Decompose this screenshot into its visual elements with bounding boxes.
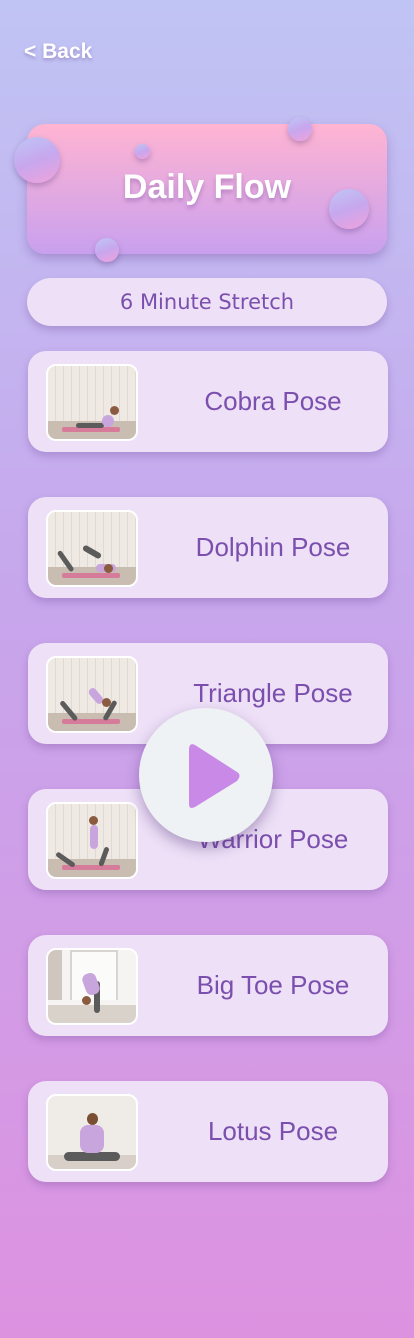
decor-bubble [95,238,119,262]
big-toe-pose-thumbnail [46,948,138,1025]
warrior-pose-thumbnail [46,802,138,879]
pose-card-lotus[interactable]: Lotus Pose [28,1081,388,1182]
pose-label: Big Toe Pose [196,970,350,1000]
dolphin-pose-thumbnail [46,510,138,587]
back-button[interactable]: < Back [24,40,92,64]
pose-label: Dolphin Pose [195,532,351,562]
pose-card-cobra[interactable]: Cobra Pose [28,351,388,452]
decor-bubble [288,117,312,141]
play-icon [189,744,240,808]
play-button[interactable] [139,708,273,842]
page-title: Daily Flow [122,168,292,206]
triangle-pose-thumbnail [46,656,138,733]
pose-card-big-toe[interactable]: Big Toe Pose [28,935,388,1036]
pose-label: Lotus Pose [207,1116,339,1146]
cobra-pose-thumbnail [46,364,138,441]
session-length-label: 6 Minute Stretch [27,278,387,326]
decor-bubble [135,144,150,159]
pose-label: Cobra Pose [204,386,342,416]
pose-card-dolphin[interactable]: Dolphin Pose [28,497,388,598]
lotus-pose-thumbnail [46,1094,138,1171]
